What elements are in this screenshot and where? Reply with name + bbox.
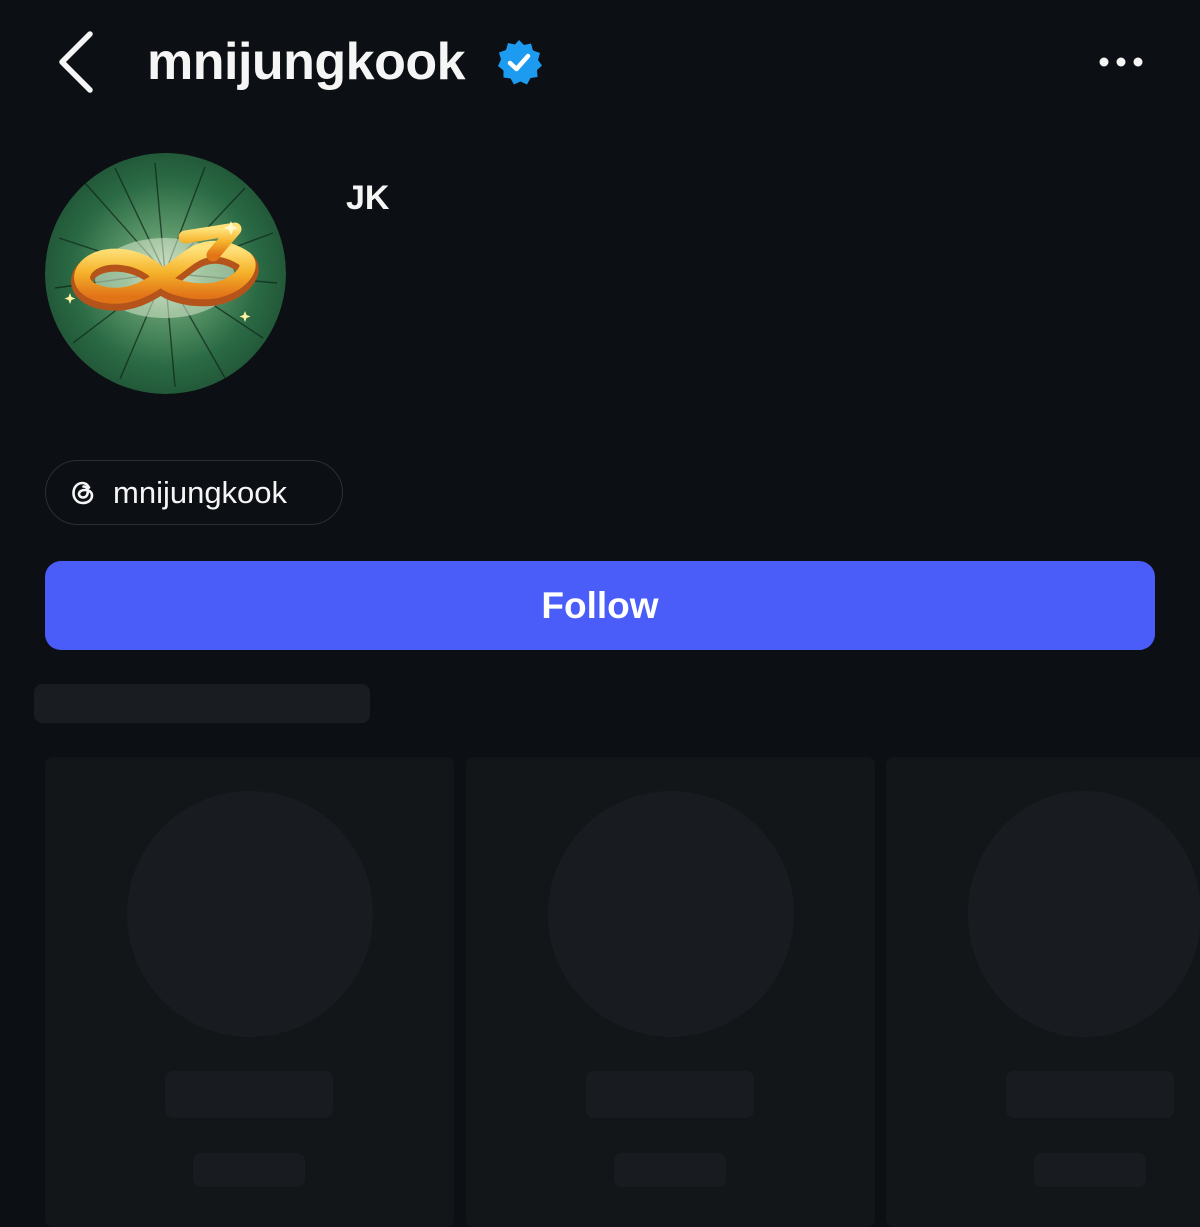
suggested-account-card-placeholder bbox=[45, 757, 454, 1227]
subtitle-placeholder bbox=[193, 1153, 305, 1187]
profile-username: mnijungkook bbox=[147, 33, 466, 91]
name-placeholder bbox=[586, 1071, 754, 1118]
profile-display-name: JK bbox=[346, 179, 390, 217]
avatar-placeholder bbox=[127, 791, 373, 1037]
subtitle-placeholder bbox=[1034, 1153, 1146, 1187]
avatar-placeholder bbox=[548, 791, 794, 1037]
back-button[interactable] bbox=[52, 28, 102, 96]
verified-badge-icon bbox=[498, 40, 542, 85]
chevron-left-icon bbox=[59, 31, 93, 93]
profile-avatar[interactable] bbox=[45, 153, 286, 394]
name-placeholder bbox=[165, 1071, 333, 1118]
suggested-account-card-placeholder bbox=[886, 757, 1200, 1227]
suggested-heading-placeholder bbox=[34, 684, 370, 723]
name-placeholder bbox=[1006, 1071, 1174, 1118]
suggested-account-card-placeholder bbox=[466, 757, 875, 1227]
threads-handle: mnijungkook bbox=[113, 475, 288, 510]
threads-icon bbox=[72, 481, 94, 505]
profile-header: mnijungkook bbox=[0, 0, 1200, 125]
avatar-placeholder bbox=[968, 791, 1200, 1037]
threads-profile-link[interactable]: mnijungkook bbox=[45, 460, 343, 525]
follow-button[interactable]: Follow bbox=[45, 561, 1155, 650]
subtitle-placeholder bbox=[614, 1153, 726, 1187]
more-options-button[interactable] bbox=[1094, 50, 1150, 74]
more-horizontal-icon bbox=[1099, 57, 1143, 67]
golden-infinity-z-logo bbox=[45, 153, 286, 394]
